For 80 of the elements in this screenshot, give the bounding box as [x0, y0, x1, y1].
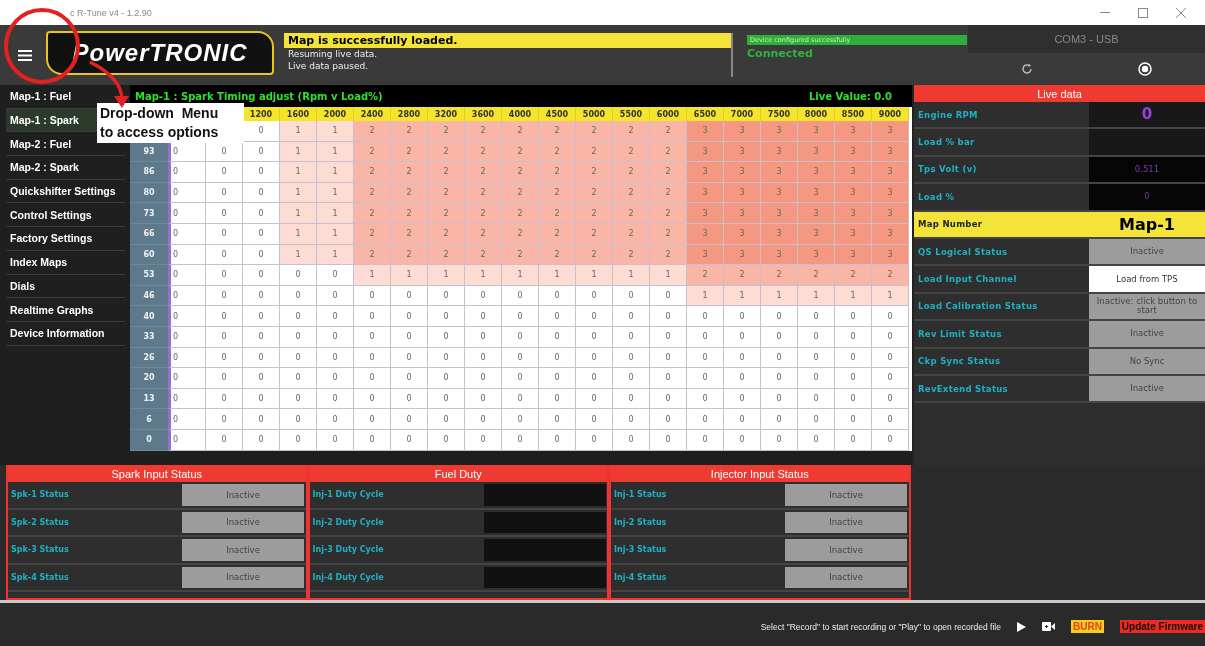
- data-value: 0.511: [1089, 156, 1205, 183]
- data-label: Tps Volt (v): [917, 163, 978, 177]
- status-text: Live data paused.: [287, 60, 370, 72]
- row-header: 93: [130, 141, 168, 163]
- column-header: 8000: [798, 107, 835, 121]
- window-title: c R-Tune v4 - 1.2.90: [70, 7, 153, 18]
- data-label: Spk-3 Status: [10, 544, 70, 557]
- column-header: 8500: [835, 107, 872, 121]
- row-header: 20: [130, 368, 168, 389]
- footer-hint: Select "Record" to start recording or "Play" to open recorded file: [760, 621, 1001, 632]
- connection-status: Connected: [747, 47, 814, 60]
- panel-title: Live data: [914, 85, 1205, 102]
- column-header: 3200: [428, 107, 465, 121]
- column-header: 5500: [613, 107, 650, 121]
- column-header: 4000: [502, 107, 539, 121]
- data-label: Load Input Channel: [917, 273, 1018, 287]
- status-value: Inactive: [785, 484, 907, 506]
- status-value: Inactive: [182, 484, 304, 506]
- status-message: Map is successfully loaded.: [284, 33, 731, 48]
- row-header: 46: [130, 285, 168, 307]
- column-header: 2000: [317, 107, 354, 121]
- data-label: Inj-1 Status: [613, 489, 668, 502]
- data-value: 0: [1089, 184, 1205, 210]
- column-header: 4500: [539, 107, 576, 121]
- data-label: Inj-3 Status: [613, 544, 668, 557]
- status-value: Inactive: [182, 566, 304, 588]
- row-header: 33: [130, 326, 168, 348]
- row-header: 26: [130, 347, 168, 369]
- map-title: Map-1 : Spark Timing adjust (Rpm v Load%): [135, 90, 383, 102]
- panel-title: Injector Input Status: [611, 465, 909, 482]
- data-label: QS Logical Status: [917, 245, 1009, 259]
- row-header: 60: [130, 244, 168, 266]
- row-header: 66: [130, 223, 168, 245]
- column-header: 3600: [465, 107, 502, 121]
- row-header: 80: [130, 182, 168, 204]
- data-label: Inj-4 Status: [613, 571, 668, 584]
- column-header: 9000: [872, 107, 909, 121]
- data-label: Inj-4 Duty Cycle: [311, 571, 385, 584]
- status-value: Inactive: [182, 539, 304, 561]
- data-label: Load % bar: [917, 136, 976, 150]
- status-text: Resuming live data.: [287, 48, 379, 60]
- status-value: Inactive: [785, 566, 907, 588]
- data-label: Engine RPM: [917, 108, 979, 122]
- panel-title: Fuel Duty: [309, 465, 607, 482]
- row-header: 6: [130, 409, 168, 430]
- panel-title: Spark Input Status: [8, 465, 306, 482]
- row-header: 73: [130, 203, 168, 224]
- annotation-tooltip: Drop-down Menu to access options: [97, 103, 244, 143]
- column-header: 2400: [354, 107, 391, 121]
- data-label: Map Number: [917, 218, 984, 232]
- data-value: 0: [1089, 102, 1205, 128]
- row-header: 0: [130, 429, 168, 451]
- data-label: Spk-4 Status: [10, 571, 70, 584]
- column-header: 5000: [576, 107, 613, 121]
- data-label: Load Calibration Status: [917, 300, 1039, 314]
- column-header: 6500: [687, 107, 724, 121]
- data-label: Inj-1 Duty Cycle: [311, 489, 385, 502]
- data-label: Inj-2 Duty Cycle: [311, 516, 385, 529]
- column-header: 2800: [391, 107, 428, 121]
- row-header: 40: [130, 306, 168, 327]
- status-value: Inactive: [182, 511, 304, 533]
- column-header: 7000: [724, 107, 761, 121]
- data-label: Load %: [917, 190, 956, 204]
- data-label: Ckp Sync Status: [917, 355, 1002, 369]
- data-label: Inj-2 Status: [613, 516, 668, 529]
- data-label: RevExtend Status: [917, 382, 1009, 396]
- status-value: Inactive: [785, 539, 907, 561]
- column-header: 1200: [243, 107, 280, 121]
- data-label: Rev Limit Status: [917, 327, 1003, 341]
- live-value: Live Value: 0.0: [808, 90, 892, 102]
- row-header: 53: [130, 265, 168, 286]
- data-label: Spk-1 Status: [10, 489, 70, 502]
- column-header: 7500: [761, 107, 798, 121]
- column-header: 6000: [650, 107, 687, 121]
- data-label: Spk-2 Status: [10, 516, 70, 529]
- data-label: Inj-3 Duty Cycle: [311, 544, 385, 557]
- status-value: Inactive: [785, 511, 907, 533]
- column-header: 1600: [280, 107, 317, 121]
- row-header: 86: [130, 162, 168, 183]
- row-header: 13: [130, 388, 168, 410]
